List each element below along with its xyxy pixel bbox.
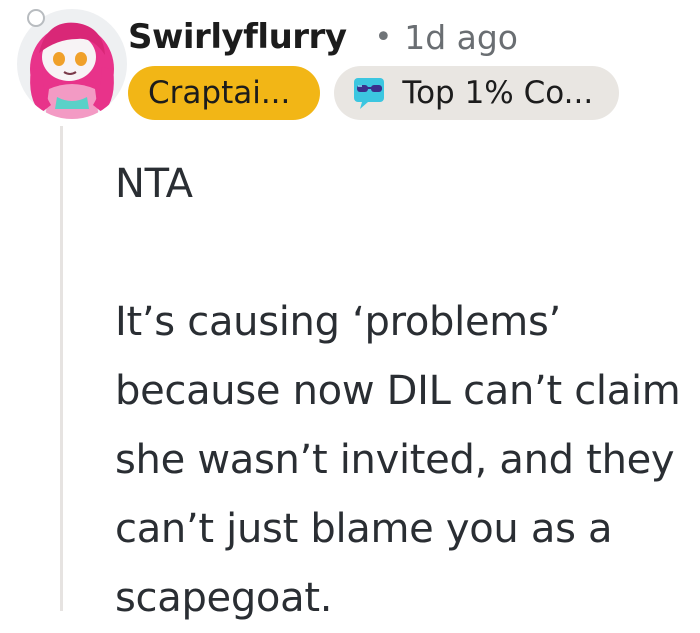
achievement-flair[interactable]: Top 1% Co... [334,66,620,120]
sunglasses-badge-icon [354,78,385,109]
thread-line[interactable] [60,126,63,611]
comment-body: NTA It’s causing ‘problems’ because now … [115,150,695,633]
separator-dot: • [374,19,393,55]
comment: Swirlyflurry • 1d ago Craptai... Top 1% … [0,0,700,621]
achievement-flair-label: Top 1% Co... [402,75,594,111]
comment-paragraph: NTA [115,161,193,207]
username-link[interactable]: Swirlyflurry [128,17,347,57]
avatar-antenna [27,9,45,27]
timestamp[interactable]: 1d ago [404,18,518,57]
comment-header: Swirlyflurry • 1d ago [128,12,518,62]
user-flair[interactable]: Craptai... [128,66,321,120]
comment-paragraph: It’s causing ‘problems’ because now DIL … [115,299,681,621]
flair-row: Craptai... Top 1% Co... [128,66,620,120]
